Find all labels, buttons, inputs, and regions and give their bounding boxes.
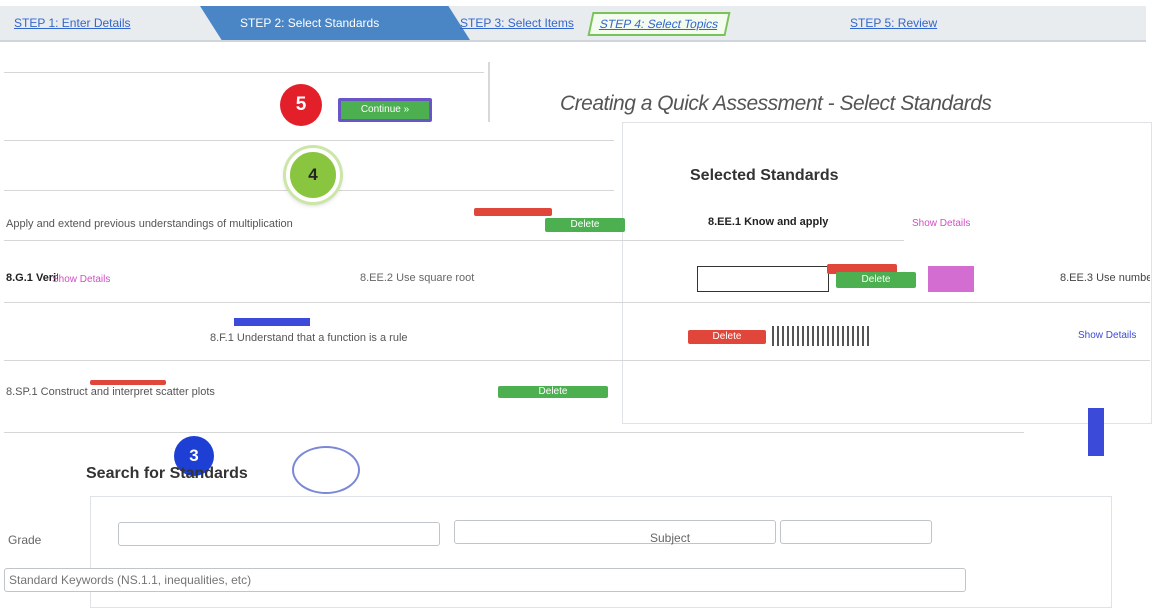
search-ring [292,446,360,494]
subject-select[interactable] [454,520,776,544]
search-standards-heading: Search for Standards [86,465,248,482]
show-details-link[interactable]: Show Details [52,274,110,285]
selected-standards-heading: Selected Standards [690,167,839,184]
progress-bar [234,318,310,326]
blue-block [1088,408,1104,456]
delete-indicator [90,380,166,385]
standard-row-text: 8.F.1 Understand that a function is a ru… [210,332,408,344]
delete-button[interactable]: Delete [498,386,608,398]
row-divider [4,240,904,241]
filter-select[interactable] [780,520,932,544]
row-divider [4,432,1024,433]
tab-step-2[interactable]: STEP 2: Select Standards [200,6,470,40]
step-marker-5: 5 [280,84,322,126]
delete-button[interactable]: Delete [688,330,766,344]
step-tab-bar: STEP 1: Enter Details STEP 2: Select Sta… [0,6,1146,42]
selected-standard-code: 8.EE.1 Know and apply [708,216,829,228]
tab-step-1[interactable]: STEP 1: Enter Details [14,6,131,40]
delete-indicator [474,208,552,216]
row-code: 8.EE.3 Use numbers [1060,272,1150,284]
row-divider [4,302,1150,303]
subject-label: Subject [650,531,691,545]
continue-button[interactable]: Continue » [338,98,432,122]
tab-step-5[interactable]: STEP 5: Review [850,6,937,40]
tab-step-3[interactable]: STEP 3: Select Items [460,6,574,40]
selected-row-box [697,266,829,292]
highlight-block [928,266,974,292]
standard-row-text: 8.SP.1 Construct and interpret scatter p… [6,386,215,398]
step-marker-4: 4 [286,148,340,202]
grade-select[interactable] [118,522,440,546]
show-details-link[interactable]: Show Details [912,218,970,229]
page-title: Creating a Quick Assessment - Select Sta… [560,92,992,115]
standard-row-text: 8.EE.2 Use square root [360,272,475,284]
row-divider [4,360,1150,361]
divider [4,72,484,73]
grade-label: Grade [8,533,42,547]
barcode-strip [772,326,872,346]
standard-row-text: Apply and extend previous understandings… [6,218,293,230]
tab-step-4[interactable]: STEP 4: Select Topics [587,12,731,36]
row-code: 8.G.1 Verify experimentally the properti… [6,272,58,284]
standard-keywords-input[interactable] [4,568,966,592]
vertical-divider [488,62,490,122]
show-details-link[interactable]: Show Details [1078,330,1136,341]
delete-button[interactable]: Delete [836,272,916,288]
divider [4,140,614,141]
delete-button[interactable]: Delete [545,218,625,232]
